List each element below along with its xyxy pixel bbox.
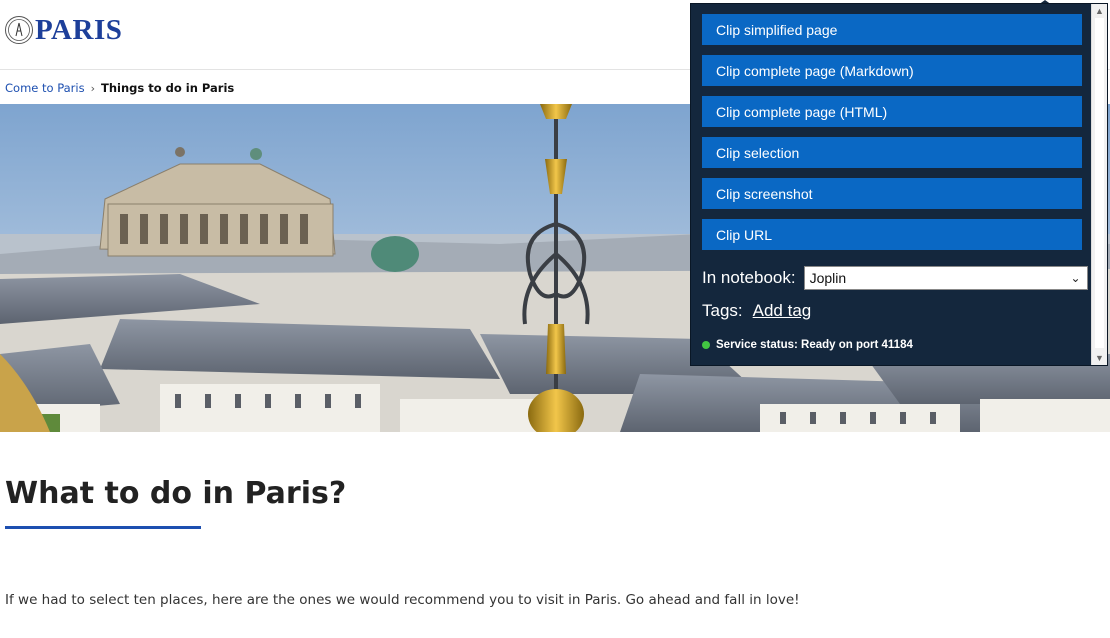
clip-simplified-page-button[interactable]: Clip simplified page [702,14,1082,45]
tags-label: Tags: [702,301,743,320]
notebook-select[interactable]: Joplin ⌄ [803,266,1088,290]
scrollbar-thumb[interactable] [1095,18,1104,348]
tags-row: Tags: Add tag [702,301,811,321]
web-clipper-popup: Clip simplified page Clip complete page … [690,3,1108,366]
add-tag-link[interactable]: Add tag [753,301,812,321]
status-text: Service status: Ready on port 41184 [716,339,913,351]
title-underline [5,526,201,529]
status-indicator-icon [702,341,710,349]
logo-wordmark: PARIS [35,14,123,46]
clip-complete-html-button[interactable]: Clip complete page (HTML) [702,96,1082,127]
clip-screenshot-button[interactable]: Clip screenshot [702,178,1082,209]
page-title: What to do in Paris? [5,476,347,511]
popup-scrollbar[interactable]: ▲ ▼ [1091,4,1107,365]
service-status: Service status: Ready on port 41184 [702,339,913,351]
notebook-label: In notebook: [702,268,796,287]
intro-paragraph: If we had to select ten places, here are… [5,592,800,608]
breadcrumb-separator: › [90,81,95,95]
scroll-up-icon[interactable]: ▲ [1095,6,1104,16]
clip-url-button[interactable]: Clip URL [702,219,1082,250]
breadcrumb: Come to Paris › Things to do in Paris [5,81,234,95]
breadcrumb-current: Things to do in Paris [101,81,235,95]
chevron-down-icon: ⌄ [1070,271,1081,285]
paris-logo[interactable]: PARIS [5,15,122,45]
notebook-selected-value: Joplin [809,270,847,286]
logo-seal-icon [5,16,33,44]
notebook-row: In notebook: Joplin ⌄ [702,266,1088,290]
scroll-down-icon[interactable]: ▼ [1095,353,1104,363]
breadcrumb-home-link[interactable]: Come to Paris [5,81,85,95]
clip-complete-markdown-button[interactable]: Clip complete page (Markdown) [702,55,1082,86]
clip-selection-button[interactable]: Clip selection [702,137,1082,168]
